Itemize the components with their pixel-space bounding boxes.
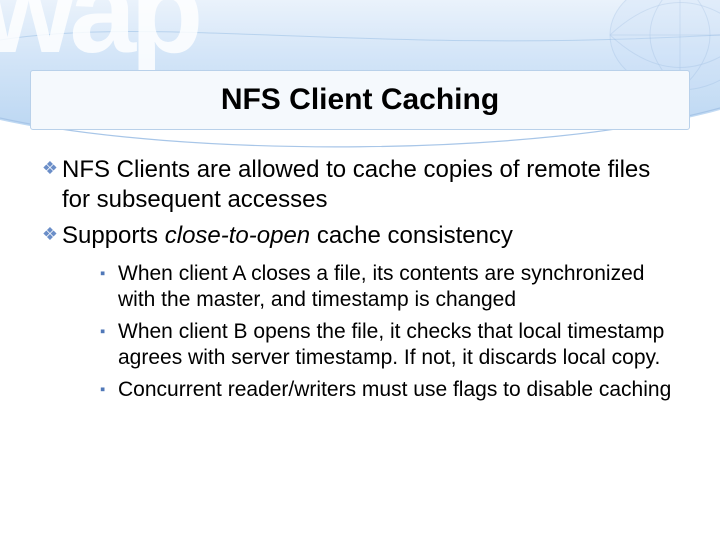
bullet-text: Supports close-to-open cache consistency <box>62 221 513 251</box>
text-suffix: cache consistency <box>310 222 513 249</box>
bullet-level2: ▪ Concurrent reader/writers must use fla… <box>100 377 680 403</box>
text-prefix: Supports <box>62 222 165 249</box>
diamond-bullet-icon: ❖ <box>40 221 60 247</box>
subbullet-text: Concurrent reader/writers must use flags… <box>118 377 671 403</box>
slide: wap NFS Client Caching ❖ NFS Clients are… <box>0 0 720 540</box>
bullet-level2: ▪ When client B opens the file, it check… <box>100 319 680 371</box>
sublist: ▪ When client A closes a file, its conte… <box>100 261 680 403</box>
diamond-bullet-icon: ❖ <box>40 155 60 181</box>
bullet-text: NFS Clients are allowed to cache copies … <box>62 155 680 215</box>
slide-title: NFS Client Caching <box>221 83 499 117</box>
content-area: ❖ NFS Clients are allowed to cache copie… <box>40 155 680 409</box>
square-bullet-icon: ▪ <box>100 261 118 287</box>
title-band: NFS Client Caching <box>30 70 690 130</box>
text-italic: close-to-open <box>165 222 310 249</box>
square-bullet-icon: ▪ <box>100 377 118 403</box>
bullet-level1: ❖ Supports close-to-open cache consisten… <box>40 221 680 251</box>
square-bullet-icon: ▪ <box>100 319 118 345</box>
watermark-text: wap <box>0 0 197 80</box>
bullet-level1: ❖ NFS Clients are allowed to cache copie… <box>40 155 680 215</box>
subbullet-text: When client A closes a file, its content… <box>118 261 680 313</box>
subbullet-text: When client B opens the file, it checks … <box>118 319 680 371</box>
bullet-level2: ▪ When client A closes a file, its conte… <box>100 261 680 313</box>
